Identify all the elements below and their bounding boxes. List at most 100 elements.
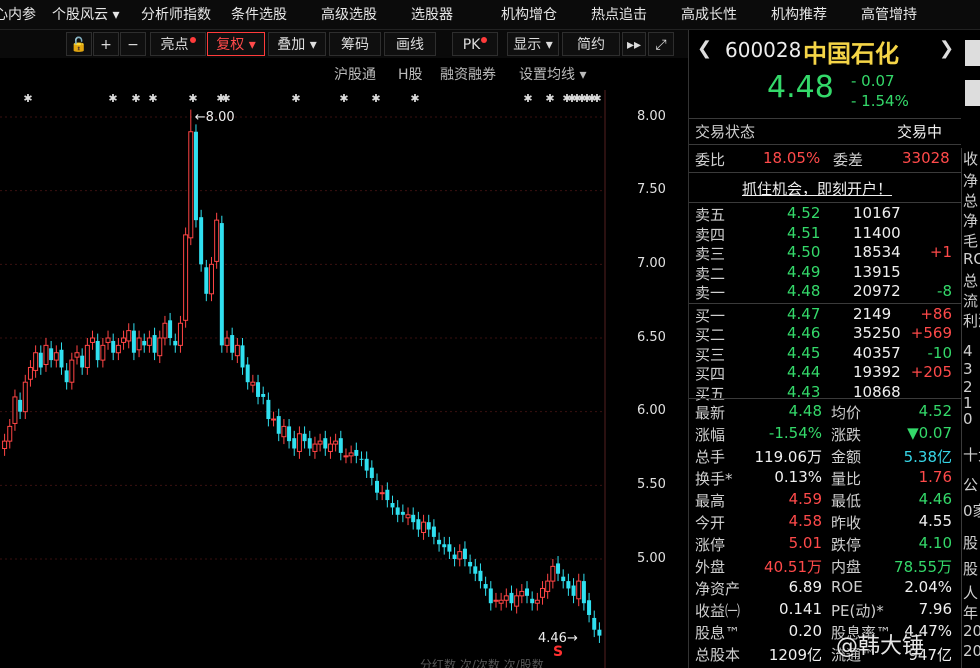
menu-item-condition-picker[interactable]: 条件选股 [231,6,287,24]
candle-body [431,526,436,537]
candle-body [348,452,354,457]
xianshi-dropdown[interactable]: 显示 ▾ [507,32,559,56]
menu-item-institution-increase[interactable]: 机构增仓 [501,6,557,24]
candle-body [338,438,343,453]
candle-body [359,458,364,460]
orderbook-level-label: 买四 [695,365,726,383]
stat-label: 最新 [695,404,726,422]
orderbook-volume: 18534 [853,243,901,261]
divider [689,398,961,399]
candle-body [193,131,198,221]
candle-body [364,458,369,471]
candle-body [592,617,597,630]
stat-value: 0.20 [788,622,822,640]
watermark: @韩大锤 [836,634,925,659]
candle-body [100,344,106,361]
chouma-button[interactable]: 筹码 [329,32,381,56]
side-label: 0 [963,410,973,428]
event-marker-icon: ✱ [523,92,532,105]
candle-body [437,539,442,545]
open-account-link[interactable]: 抓住机会，即刻开户！ [742,178,892,199]
diejia-dropdown[interactable]: 叠加 ▾ [268,32,326,56]
candle-body [457,551,463,560]
menu-item-gegufengyun[interactable]: 个股风云 ▾ [52,6,119,24]
divider [689,118,961,119]
side-label: ROI [963,250,980,268]
fullscreen-icon[interactable]: ⤢ [648,32,674,56]
stat-value: 1209亿 [768,646,822,664]
menu-item-stock-picker[interactable]: 选股器 [411,6,453,24]
orderbook-level-label: 卖一 [695,284,726,302]
side-label: 20 [963,622,980,640]
rzrq-link[interactable]: 融资融券 [440,64,496,84]
orderbook-level-label: 买一 [695,306,726,325]
stat-value: ▼0.07 [907,424,952,442]
liangdian-button[interactable]: 亮点 [150,32,206,56]
candle-body [131,330,136,353]
candle-body [287,426,292,442]
orderbook-price: 4.50 [787,243,821,261]
pk-label: PK [462,37,481,53]
menu-item-neican[interactable]: 心内参 [0,6,36,24]
candle-body [115,344,121,354]
candle-body [157,337,163,357]
prev-stock-arrow-icon[interactable]: ❮ [697,38,712,59]
divider [689,202,961,203]
hgt-link[interactable]: 沪股通 [334,64,376,84]
lock-icon[interactable]: 🔓 [66,32,92,56]
menu-item-executive-increase[interactable]: 高管增持 [861,6,917,24]
stat-value: 4.46 [918,490,952,508]
zoom-in-button[interactable]: + [93,32,119,56]
candle-body [400,511,405,515]
liangdian-label: 亮点 [160,37,189,53]
candle-body [488,588,493,604]
stat-label: 量比 [831,470,862,488]
stat-label: 换手* [695,470,733,488]
set-ma-dropdown[interactable]: 设置均线 ▾ [519,64,586,84]
menu-item-advanced-picker[interactable]: 高级选股 [321,6,377,24]
side-button[interactable] [965,40,980,66]
event-marker-icon: ✱ [410,92,419,105]
stat-label: 最高 [695,492,726,510]
candle-body [173,340,178,346]
side-button[interactable] [965,80,980,106]
pk-button[interactable]: PK [452,32,498,56]
jianyue-button[interactable]: 简约 [562,32,620,56]
stat-label: 股息™ [695,624,741,642]
stat-label: PE(动)* [831,602,884,620]
candle-body [152,335,157,353]
forward-arrows-icon[interactable]: ▸▸ [622,32,646,56]
orderbook-change: -8 [937,282,952,300]
orderbook-price: 4.47 [787,304,821,323]
candle-body [230,335,235,353]
menu-item-institution-recommend[interactable]: 机构推荐 [771,6,827,24]
orderbook-price: 4.44 [787,363,821,381]
next-stock-arrow-icon[interactable]: ❯ [939,38,954,59]
orderbook-level-label: 卖四 [695,225,726,244]
menu-item-high-growth[interactable]: 高成长性 [681,6,737,24]
zoom-out-button[interactable]: − [120,32,146,56]
menu-item-analyst-index[interactable]: 分析师指数 [141,6,211,24]
candle-body [12,396,18,424]
candle-body [204,267,209,294]
kline-chart[interactable]: ✱ ✱ ✱ ✱ ✱ ✱ ✱ ✱ ✱ ✱ ✱ ✱ ✱ ✱ ✱ ✱ ✱ ✱ ✱ ✱ ←8.00 4.46→ S 8.00 7.5… [0,90,688,668]
fuquan-dropdown[interactable]: 复权 ▾ [207,32,265,56]
notification-dot-icon [189,37,196,43]
menu-item-hot-tracking[interactable]: 热点追击 [591,6,647,24]
huaxian-button[interactable]: 画线 [384,32,436,56]
stat-value: 4.59 [788,490,822,508]
orderbook-level-label: 买五 [695,384,726,403]
stat-value: 119.06万 [754,448,823,466]
candle-body [281,425,287,438]
side-label: 0家 [963,502,980,520]
stat-label: ROE [831,578,863,596]
orderbook-level-label: 卖三 [695,245,726,263]
hgu-link[interactable]: H股 [398,64,423,84]
candle-body [250,381,256,386]
top-menu-bar: 心内参 个股风云 ▾ 分析师指数 条件选股 高级选股 选股器 机构增仓 热点追击… [0,0,980,30]
event-marker-icon: ✱ [339,92,348,105]
side-label: 3 [963,360,973,378]
side-label: 利润 [963,312,980,330]
stat-value: 0.13% [774,468,822,486]
orderbook-volume: 40357 [853,343,901,362]
